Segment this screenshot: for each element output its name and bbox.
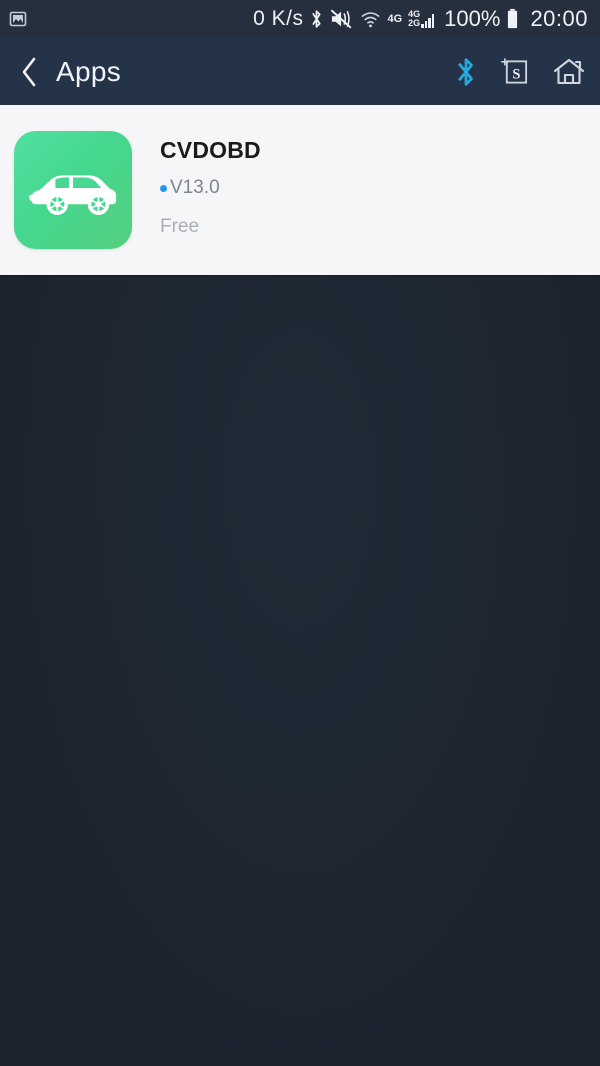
status-bar: 0 K/s 4G 4G 2G 100% 20:00 (0, 0, 600, 38)
clock-text: 20:00 (530, 6, 588, 31)
network-speed-text: 0 K/s (253, 7, 304, 30)
status-bar-left (8, 9, 28, 29)
sim-signal-indicator: 4G 2G (408, 10, 435, 28)
battery-full-icon (506, 8, 519, 30)
app-header-bar: Apps S (0, 38, 600, 105)
app-name: CVDOBD (160, 137, 261, 163)
bluetooth-icon[interactable] (453, 56, 479, 88)
screenshot-s-icon[interactable]: S (501, 56, 530, 87)
back-button[interactable] (18, 55, 40, 89)
chevron-left-icon (18, 55, 40, 89)
sim-signal-labels: 4G 2G (408, 10, 420, 28)
list-bottom-shadow (0, 275, 600, 278)
app-details: CVDOBD V13.0 Free (160, 131, 261, 238)
volume-muted-icon (330, 8, 354, 30)
header-actions: S (453, 56, 586, 88)
app-icon (14, 131, 132, 249)
battery-percent-text: 100% (444, 6, 501, 31)
app-version-text: V13.0 (170, 177, 220, 198)
home-icon[interactable] (552, 56, 586, 88)
bluetooth-icon (309, 8, 324, 30)
network-4g-text: 4G (387, 13, 403, 25)
list-item[interactable]: CVDOBD V13.0 Free (0, 105, 600, 275)
app-price: Free (160, 216, 200, 237)
network-4g-label: 4G (387, 13, 402, 25)
car-suv-icon (26, 160, 120, 220)
signal-bars-icon (421, 14, 435, 28)
svg-text:S: S (512, 66, 520, 82)
version-dot-icon (160, 184, 167, 192)
status-bar-right: 0 K/s 4G 4G 2G 100% 20:00 (253, 6, 588, 32)
gallery-image-icon (8, 9, 28, 29)
wifi-icon (360, 9, 381, 29)
sim-signal-bottom-label: 2G (408, 18, 421, 28)
app-list: CVDOBD V13.0 Free (0, 105, 600, 275)
app-version-row: V13.0 (160, 177, 261, 199)
page-title: Apps (56, 55, 122, 87)
